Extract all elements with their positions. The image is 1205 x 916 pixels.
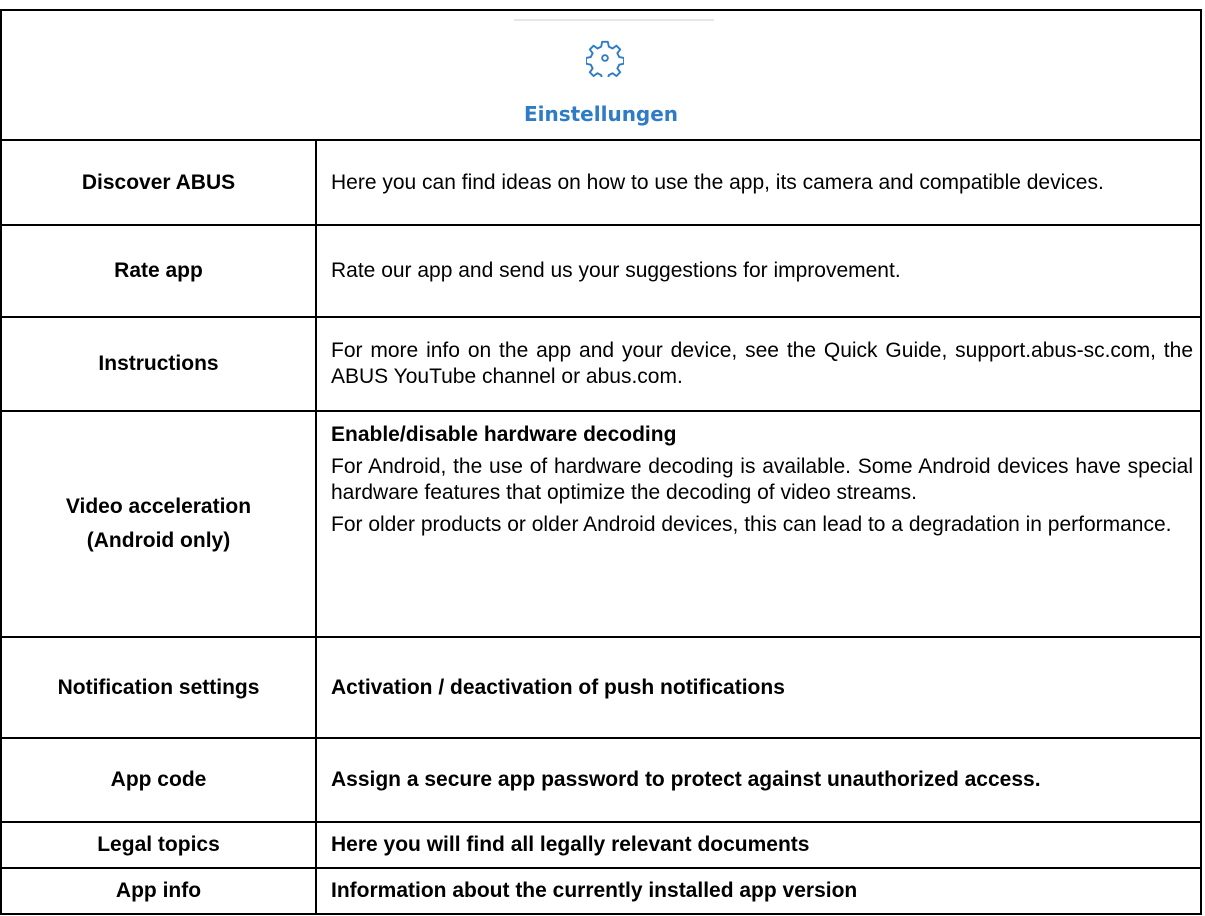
header-title: Einstellungen [523, 102, 679, 126]
row-label: Instructions [2, 318, 317, 410]
row-description: Assign a secure app password to protect … [331, 768, 1041, 791]
settings-table: Einstellungen Discover ABUS Here you can… [0, 9, 1202, 915]
row-label: Legal topics [2, 823, 317, 867]
table-header: Einstellungen [2, 11, 1200, 141]
gear-icon [586, 40, 624, 77]
row-paragraph: For Android, the use of hardware decodin… [331, 455, 1193, 504]
table-row: App info Information about the currently… [2, 869, 1200, 913]
header-divider [514, 19, 714, 21]
row-description: Information about the currently installe… [331, 879, 858, 902]
row-label-line1: Video acceleration [65, 495, 252, 518]
row-description: Rate our app and send us your suggestion… [331, 259, 901, 282]
table-row: Rate app Rate our app and send us your s… [2, 226, 1200, 318]
row-label: Discover ABUS [2, 141, 317, 224]
row-label: Rate app [2, 226, 317, 316]
table-row: Notification settings Activation / deact… [2, 638, 1200, 739]
row-heading: Enable/disable hardware decoding [331, 423, 677, 446]
table-row: App code Assign a secure app password to… [2, 739, 1200, 823]
table-row: Video acceleration (Android only) Enable… [2, 412, 1200, 638]
row-description: For more info on the app and your device… [331, 339, 1193, 388]
row-description: Here you can find ideas on how to use th… [331, 170, 1104, 194]
table-row: Discover ABUS Here you can find ideas on… [2, 141, 1200, 226]
table-row: Legal topics Here you will find all lega… [2, 823, 1200, 869]
row-description: Activation / deactivation of push notifi… [331, 675, 785, 699]
row-description: Here you will find all legally relevant … [331, 833, 810, 856]
row-label: Video acceleration (Android only) [2, 412, 317, 636]
row-label: App info [2, 869, 317, 913]
row-label: Notification settings [2, 638, 317, 737]
row-paragraph: For older products or older Android devi… [331, 513, 1172, 536]
table-row: Instructions For more info on the app an… [2, 318, 1200, 412]
row-description: Enable/disable hardware decoding For And… [317, 412, 1200, 636]
row-label: App code [2, 739, 317, 821]
row-label-line2: (Android only) [86, 529, 231, 552]
